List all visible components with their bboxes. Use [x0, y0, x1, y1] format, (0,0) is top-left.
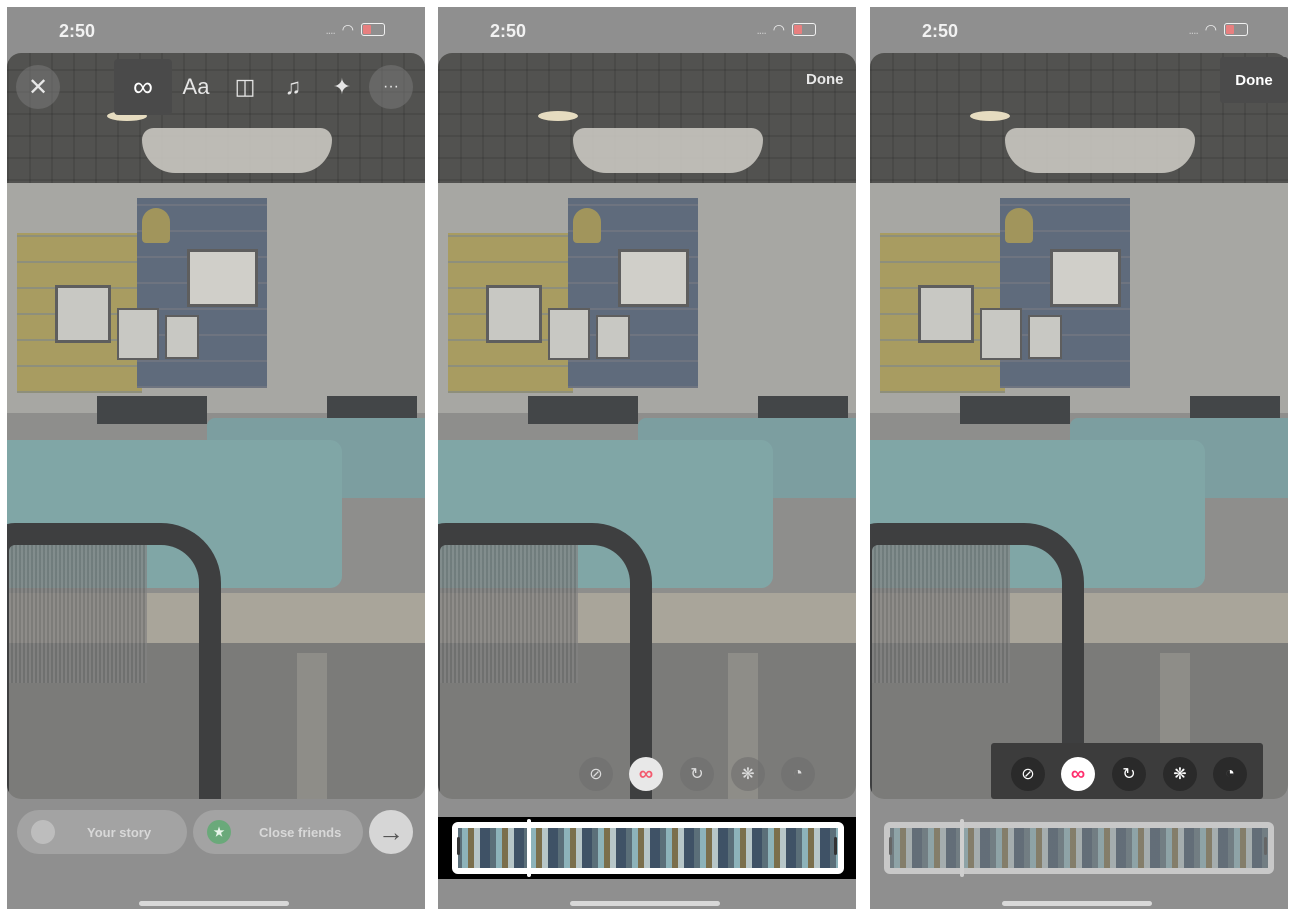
music-icon: ♫ — [284, 74, 302, 99]
mode-classic-button[interactable]: ∞ — [1061, 757, 1095, 791]
mode-none-button[interactable]: ⊘ — [1011, 757, 1045, 791]
mode-echo-icon: ❋ — [741, 766, 755, 783]
timeline-trim-bar[interactable] — [870, 817, 1288, 879]
close-friends-button[interactable]: ★ Close friends — [193, 810, 363, 854]
status-bar: 2:50 .... ◠ — [7, 7, 425, 53]
mode-classic-icon: ∞ — [1070, 762, 1086, 785]
story-editor-panel: 2:50 .... ◠ ✕ ∞ Aa ◫ ♫ ✦ ··· Your story … — [7, 7, 425, 909]
status-bar: 2:50 .... ◠ — [870, 7, 1288, 53]
trim-handle-right[interactable] — [1264, 837, 1267, 855]
mode-echo-icon: ❋ — [1173, 766, 1187, 783]
close-icon: ✕ — [27, 73, 49, 101]
status-time: 2:50 — [922, 21, 959, 41]
playhead[interactable] — [960, 819, 964, 877]
home-indicator — [139, 901, 289, 906]
mode-duo-icon: ◔ — [1225, 765, 1235, 782]
text-tool-icon: Aa — [182, 74, 210, 99]
effects-button[interactable]: ✦ — [322, 67, 362, 107]
status-bar: 2:50 .... ◠ — [438, 7, 856, 53]
mode-classic-button[interactable]: ∞ — [629, 757, 663, 791]
mode-duo-button[interactable]: ◔ — [781, 757, 815, 791]
wifi-icon: ◠ — [341, 21, 354, 37]
battery-charging-icon — [792, 23, 816, 36]
mode-slowmo-button[interactable]: ↻ — [1112, 757, 1146, 791]
text-tool-button[interactable]: Aa — [176, 67, 216, 107]
close-friends-star-icon: ★ — [207, 820, 231, 844]
your-story-label: Your story — [87, 824, 152, 840]
avatar — [31, 820, 55, 844]
trim-handle-left[interactable] — [457, 837, 460, 855]
done-button[interactable]: Done — [806, 71, 844, 88]
boomerang-editor-panel: 2:50 .... ◠ Done ⊘ ∞ ↻ ❋ ◔ — [870, 7, 1288, 909]
more-icon: ··· — [383, 78, 399, 95]
music-button[interactable]: ♫ — [273, 67, 313, 107]
story-photo — [438, 53, 856, 799]
battery-charging-icon — [361, 23, 385, 36]
battery-charging-icon — [1224, 23, 1248, 36]
trim-frame[interactable] — [884, 822, 1274, 874]
playhead[interactable] — [527, 819, 531, 877]
wifi-icon: ◠ — [1204, 21, 1217, 37]
sticker-icon: ◫ — [234, 74, 256, 99]
boomerang-icon: ∞ — [133, 71, 153, 102]
mode-echo-button[interactable]: ❋ — [731, 757, 765, 791]
mode-slowmo-icon: ↻ — [690, 766, 704, 783]
mode-none-icon: ⊘ — [1021, 766, 1035, 783]
home-indicator — [570, 901, 720, 906]
done-button[interactable]: Done — [1220, 57, 1288, 103]
boomerang-editor-panel: 2:50 .... ◠ Done ⊘ ∞ ↻ ❋ ◔ — [438, 7, 856, 909]
mode-none-button[interactable]: ⊘ — [579, 757, 613, 791]
signal-icon: .... — [1188, 22, 1198, 37]
mode-classic-icon: ∞ — [638, 762, 654, 785]
trim-handle-left[interactable] — [889, 837, 892, 855]
wifi-icon: ◠ — [772, 21, 785, 37]
signal-icon: .... — [325, 22, 335, 37]
sticker-button[interactable]: ◫ — [225, 67, 265, 107]
arrow-right-icon: → — [378, 816, 404, 847]
status-time: 2:50 — [59, 21, 96, 41]
more-button[interactable]: ··· — [369, 65, 413, 109]
mode-echo-button[interactable]: ❋ — [1163, 757, 1197, 791]
timeline-trim-bar[interactable] — [438, 817, 856, 879]
mode-slowmo-icon: ↻ — [1122, 766, 1136, 783]
effects-sparkle-icon: ✦ — [332, 74, 352, 99]
your-story-button[interactable]: Your story — [17, 810, 187, 854]
trim-frame[interactable] — [452, 822, 844, 874]
mode-slowmo-button[interactable]: ↻ — [680, 757, 714, 791]
close-button[interactable]: ✕ — [16, 65, 60, 109]
status-time: 2:50 — [490, 21, 527, 41]
story-photo — [7, 53, 425, 799]
mode-none-icon: ⊘ — [589, 766, 603, 783]
mode-duo-button[interactable]: ◔ — [1213, 757, 1247, 791]
close-friends-label: Close friends — [259, 824, 342, 840]
story-photo — [870, 53, 1288, 799]
boomerang-button[interactable]: ∞ — [114, 59, 172, 115]
trim-handle-right[interactable] — [834, 837, 837, 855]
mode-duo-icon: ◔ — [793, 765, 803, 782]
send-button[interactable]: → — [369, 810, 413, 854]
home-indicator — [1002, 901, 1152, 906]
signal-icon: .... — [756, 22, 766, 37]
